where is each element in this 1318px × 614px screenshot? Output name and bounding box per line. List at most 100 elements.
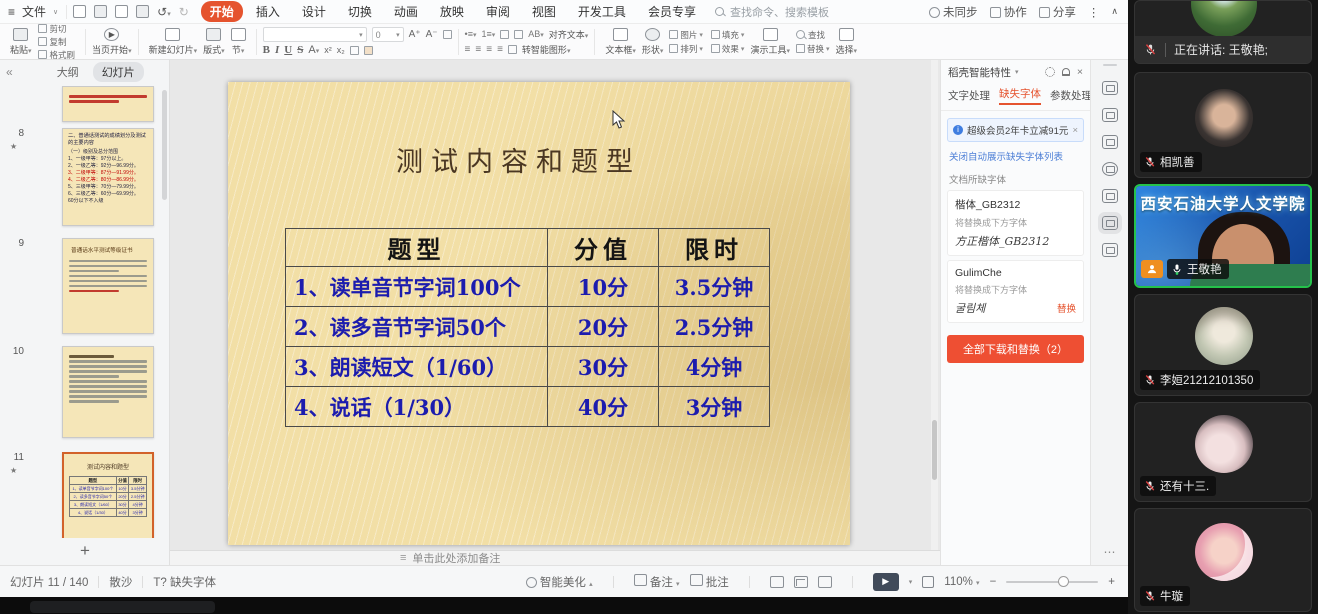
add-slide-button[interactable]: + [0, 541, 170, 561]
find-button[interactable]: 查找 [796, 29, 825, 41]
zoom-slider[interactable] [1006, 581, 1098, 583]
command-search[interactable]: 查找命令、搜索模板 [715, 4, 829, 20]
tab-design[interactable]: 设计 [293, 1, 335, 22]
collaborate-button[interactable]: 协作 [990, 4, 1027, 20]
save-icon[interactable] [73, 5, 86, 18]
redo-icon[interactable]: ↻ [179, 5, 189, 19]
layout-button[interactable]: 版式▾ [203, 28, 225, 56]
decrease-font-icon[interactable]: A⁻ [426, 29, 438, 40]
font-size-combo[interactable]: 0▾ [372, 27, 404, 42]
bold-button[interactable]: B [263, 44, 270, 56]
bell-icon[interactable] [1062, 68, 1070, 76]
increase-indent-icon[interactable] [514, 30, 523, 39]
effects-icon[interactable] [1102, 108, 1118, 122]
download-replace-all-button[interactable]: 全部下载和替换（2） [947, 335, 1084, 363]
copy-button[interactable]: 复制 [38, 36, 76, 48]
tab-text-processing[interactable]: 文字处理 [948, 88, 990, 103]
numbering-icon[interactable]: 1≡▾ [481, 29, 495, 39]
sync-status[interactable]: 未同步 [929, 4, 978, 20]
paste-button[interactable]: 粘贴▾ [10, 28, 32, 56]
thumbnail-slide-8[interactable]: 二、普通话测试的成绩划分及测试的主要内容 （一）级别及总分范围 1、一级甲等：9… [62, 128, 154, 226]
thumbnail-scrollbar[interactable] [162, 90, 167, 200]
collapse-ribbon-icon[interactable]: ∧ [1111, 6, 1118, 17]
assistant-toggle-icon[interactable] [1102, 216, 1118, 230]
normal-view-icon[interactable] [770, 576, 784, 588]
missing-fonts-indicator[interactable]: T? 缺失字体 [153, 574, 216, 590]
highlight-icon[interactable] [364, 46, 373, 55]
slideshow-options-caret[interactable]: ▾ [909, 578, 913, 586]
layers-icon[interactable] [1102, 135, 1118, 149]
tab-developer[interactable]: 开发工具 [569, 1, 635, 22]
zoom-in-button[interactable]: + [1108, 576, 1115, 588]
tab-animation[interactable]: 动画 [385, 1, 427, 22]
tab-slides[interactable]: 幻灯片 [93, 62, 144, 82]
align-center-icon[interactable]: ≡ [475, 44, 481, 55]
more-menu-icon[interactable]: ⋮ [1088, 5, 1100, 19]
participant-tile[interactable]: 李姮21212101350 [1134, 294, 1312, 396]
undo-icon[interactable]: ↺▾ [157, 5, 171, 19]
replace-font-link[interactable]: 替换 [1057, 301, 1076, 315]
superscript-button[interactable]: x² [324, 45, 332, 55]
align-text-button[interactable]: 对齐文本▾ [549, 28, 589, 41]
increase-font-icon[interactable]: A⁺ [409, 29, 421, 40]
print-icon[interactable] [115, 5, 128, 18]
tab-outline[interactable]: 大纲 [57, 64, 79, 80]
italic-button[interactable]: I [275, 44, 279, 56]
font-color-button[interactable]: A▾ [308, 44, 319, 56]
share-button[interactable]: 分享 [1039, 4, 1076, 20]
print-preview-icon[interactable] [136, 5, 149, 18]
participant-tile[interactable]: 牛璇 [1134, 508, 1312, 612]
play-from-current-button[interactable]: ▶ 当页开始▾ [92, 28, 132, 56]
thumbnail-slide-11-selected[interactable]: 测试内容和题型 题型分值限时 1、读单音节字词100个10分3.5分钟 2、读多… [62, 452, 154, 538]
panel-layout-icon[interactable] [1102, 243, 1118, 257]
underline-button[interactable]: U [284, 44, 292, 56]
strikethrough-button[interactable]: S [297, 44, 303, 56]
theme-name[interactable]: 散沙 [109, 574, 132, 590]
participant-tile[interactable]: 相凯善 [1134, 72, 1312, 178]
shape-button[interactable]: 形状▾ [642, 28, 664, 56]
strip-handle[interactable] [1103, 64, 1117, 66]
banner-close-icon[interactable]: × [1072, 125, 1078, 136]
align-left-icon[interactable]: ≡ [465, 44, 471, 55]
slide-table[interactable]: 题型 分值 限时 1、读单音节字词100个10分3.5分钟 2、读多音节字词50… [285, 228, 770, 427]
format-painter-button[interactable]: 格式刷 [38, 49, 76, 61]
gear-icon[interactable] [1045, 67, 1055, 77]
close-panel-icon[interactable]: × [1077, 66, 1083, 78]
convert-smart-graphic-button[interactable]: 转智能图形▾ [522, 43, 571, 56]
new-slide-button[interactable]: 新建幻灯片▾ [149, 28, 198, 56]
phonetic-guide-icon[interactable] [350, 46, 359, 55]
tab-missing-fonts[interactable]: 缺失字体 [999, 86, 1041, 105]
hamburger-icon[interactable]: ≡ [8, 5, 15, 19]
tab-transition[interactable]: 切换 [339, 1, 381, 22]
tab-review[interactable]: 审阅 [477, 1, 519, 22]
replace-button[interactable]: 替换▾ [796, 43, 830, 55]
tab-member[interactable]: 会员专享 [639, 1, 705, 22]
cut-button[interactable]: 剪切 [38, 24, 76, 35]
align-right-icon[interactable]: ≡ [486, 44, 492, 55]
notes-bar[interactable]: ≡ 单击此处添加备注 [170, 550, 940, 565]
notes-toggle-button[interactable]: 备注 ▾ [634, 574, 680, 590]
reading-view-icon[interactable] [818, 576, 832, 588]
thumbnail-slide-10[interactable] [62, 346, 154, 438]
slide-canvas[interactable]: 测试内容和题型 题型 分值 限时 1、读单音节字词100个10分3.5分钟 2、… [228, 82, 850, 545]
document-check-icon[interactable] [1102, 189, 1118, 203]
disable-auto-list-link[interactable]: 关闭自动展示缺失字体列表 [949, 149, 1082, 163]
effect-button[interactable]: 效果▾ [711, 43, 745, 55]
thumbnail-slide-9[interactable]: 普通话水平测试等级证书 [62, 238, 154, 334]
comments-toggle-button[interactable]: 批注 [690, 574, 729, 590]
subscript-button[interactable]: x₂ [337, 45, 345, 55]
participant-tile-active-speaker[interactable]: 西安石油大学人文学院 王敬艳 [1134, 184, 1312, 288]
slide-title[interactable]: 测试内容和题型 [396, 140, 641, 179]
collapse-panel-icon[interactable]: « [6, 65, 13, 79]
section-button[interactable]: 节▾ [231, 28, 246, 56]
help-icon[interactable] [1102, 162, 1118, 176]
text-box-button[interactable]: 文本框▾ [605, 28, 636, 56]
slideshow-play-button[interactable]: ▶ [873, 573, 899, 591]
font-name-combo[interactable]: ▾ [263, 27, 367, 42]
text-direction-icon[interactable]: AB▾ [528, 29, 544, 39]
tab-parameter-processing[interactable]: 参数处理 [1050, 88, 1092, 103]
participant-tile[interactable]: 还有十三. [1134, 402, 1312, 502]
zoom-out-button[interactable]: − [990, 576, 997, 588]
properties-icon[interactable] [1102, 81, 1118, 95]
picture-button[interactable]: 图片▾ [669, 29, 703, 41]
